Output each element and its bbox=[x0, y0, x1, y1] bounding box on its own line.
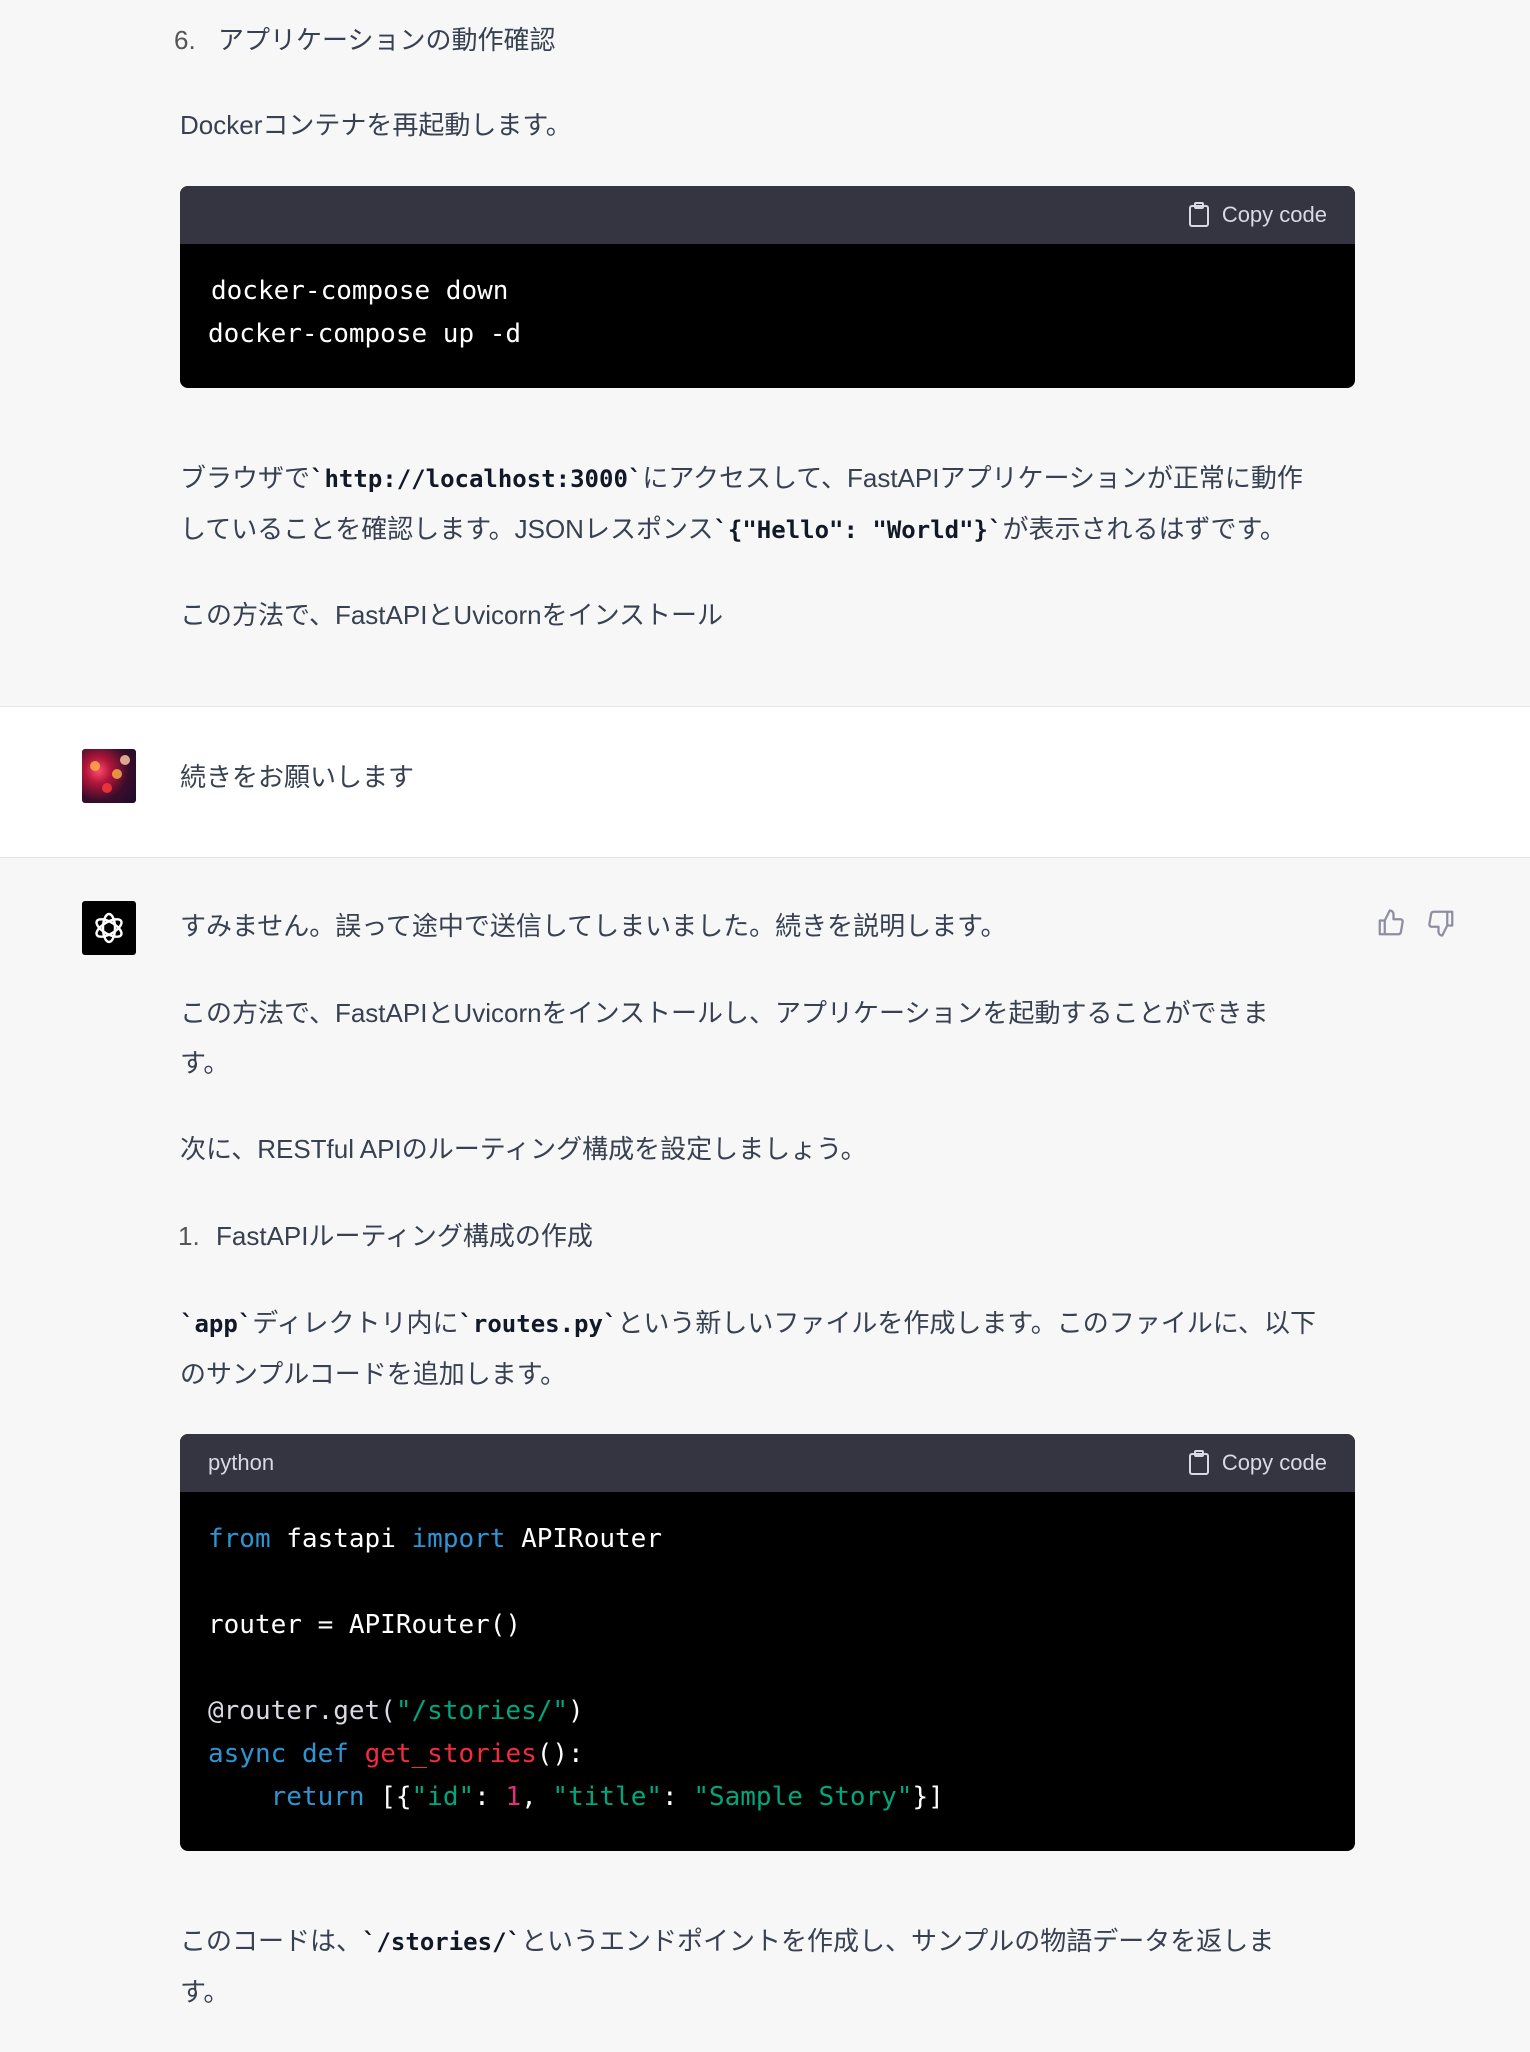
inline-code-routes: routes.py bbox=[472, 1310, 603, 1338]
code-block-docker: Copy code docker-compose down docker-comp… bbox=[180, 186, 1355, 388]
inline-code-endpoint: /stories/ bbox=[376, 1928, 507, 1956]
code-header: Copy code bbox=[180, 186, 1355, 244]
routes-paragraph: `app`ディレクトリ内に`routes.py`という新しいファイルを作成します… bbox=[180, 1298, 1355, 1399]
code-language-label: python bbox=[208, 1450, 275, 1475]
copy-code-label: Copy code bbox=[1221, 1450, 1327, 1475]
install-line-2: す。 bbox=[180, 1048, 230, 1078]
routes-line-1: `app`ディレクトリ内に`routes.py`という新しいファイルを作成します… bbox=[180, 1298, 1355, 1349]
browser-line-1: ブラウザで`http://localhost:3000`にアクセスして、Fast… bbox=[180, 453, 1355, 504]
browser-line-2: していることを確認します。JSONレスポンス`{"Hello": "World"… bbox=[180, 504, 1355, 555]
clipboard-icon bbox=[1188, 1450, 1209, 1475]
inline-code-json: {"Hello": "World"} bbox=[727, 516, 988, 544]
text: ディレクトリ内に bbox=[252, 1308, 459, 1338]
feedback-buttons bbox=[1376, 908, 1456, 938]
backtick: ` bbox=[458, 1310, 473, 1338]
inline-code-app: app bbox=[194, 1310, 238, 1338]
endpoint-line-2: す。 bbox=[180, 1977, 230, 2007]
text: が表示されるはずです。 bbox=[1002, 514, 1286, 544]
apology-text: すみません。誤って途中で送信してしまいました。続きを説明します。 bbox=[180, 911, 1007, 941]
next-text: 次に、RESTful APIのルーティング構成を設定しましょう。 bbox=[180, 1134, 867, 1164]
text: というエンドポイントを作成し、サンプルの物語データを返しま bbox=[520, 1926, 1275, 1956]
text: このコードは、 bbox=[180, 1926, 363, 1956]
step-6-number: 6. bbox=[174, 25, 196, 55]
assistant-avatar bbox=[82, 901, 136, 955]
code-line: docker-compose up -d bbox=[208, 319, 522, 349]
backtick: ` bbox=[362, 1928, 377, 1956]
backtick: ` bbox=[988, 516, 1003, 544]
code-block-python: python Copy code from fastapi import API… bbox=[180, 1434, 1355, 1851]
routes-line-2: のサンプルコードを追加します。 bbox=[180, 1359, 567, 1389]
backtick: ` bbox=[627, 465, 643, 493]
truncated-text: この方法で、FastAPIとUvicornをインストール bbox=[180, 600, 724, 630]
step-6-item: 6. アプリケーションの動作確認 bbox=[174, 15, 555, 65]
code-line: docker-compose down bbox=[211, 276, 509, 306]
browser-paragraph: ブラウザで`http://localhost:3000`にアクセスして、Fast… bbox=[180, 453, 1355, 555]
install-paragraph: この方法で、FastAPIとUvicornをインストールし、アプリケーションを起… bbox=[180, 988, 1355, 1088]
step-1-item: 1. FastAPIルーティング構成の作成 bbox=[174, 1211, 593, 1261]
user-avatar bbox=[82, 749, 136, 803]
backtick: ` bbox=[506, 1928, 521, 1956]
backtick: ` bbox=[310, 465, 325, 493]
step-1-number: 1. bbox=[178, 1221, 200, 1251]
restart-text: Dockerコンテナを再起動します。 bbox=[180, 110, 572, 140]
backtick: ` bbox=[713, 516, 728, 544]
backtick: ` bbox=[180, 1310, 195, 1338]
code-body: docker-compose down docker-compose up -d bbox=[180, 244, 1355, 382]
copy-code-label: Copy code bbox=[1221, 202, 1327, 227]
thumbs-down-icon[interactable] bbox=[1426, 908, 1456, 938]
code-header: python Copy code bbox=[180, 1434, 1355, 1492]
inline-code-url: http://localhost:3000 bbox=[324, 465, 628, 493]
text: ブラウザで bbox=[180, 463, 311, 493]
endpoint-paragraph: このコードは、`/stories/`というエンドポイントを作成し、サンプルの物語… bbox=[180, 1916, 1355, 2017]
openai-logo-icon bbox=[95, 912, 123, 944]
backtick: ` bbox=[602, 1310, 618, 1338]
user-message: 続きをお願いします bbox=[0, 706, 1530, 858]
endpoint-line-1: このコードは、`/stories/`というエンドポイントを作成し、サンプルの物語… bbox=[180, 1916, 1355, 1967]
step-6-label: アプリケーションの動作確認 bbox=[218, 25, 556, 55]
text: していることを確認します。JSONレスポンス bbox=[180, 514, 714, 544]
text: という新しいファイルを作成します。このファイルに、以下 bbox=[617, 1308, 1317, 1338]
clipboard-icon bbox=[1188, 202, 1209, 227]
copy-code-button[interactable]: Copy code bbox=[1188, 202, 1327, 228]
user-message-text: 続きをお願いします bbox=[180, 762, 415, 792]
thumbs-up-icon[interactable] bbox=[1376, 908, 1406, 938]
text: にアクセスして、FastAPIアプリケーションが正常に動作 bbox=[642, 463, 1303, 493]
code-body: from fastapi import APIRouter router = A… bbox=[208, 1524, 944, 1812]
step-1-label: FastAPIルーティング構成の作成 bbox=[216, 1221, 593, 1251]
backtick: ` bbox=[237, 1310, 253, 1338]
copy-code-button[interactable]: Copy code bbox=[1188, 1450, 1327, 1476]
install-line-1: この方法で、FastAPIとUvicornをインストールし、アプリケーションを起… bbox=[180, 998, 1269, 1028]
